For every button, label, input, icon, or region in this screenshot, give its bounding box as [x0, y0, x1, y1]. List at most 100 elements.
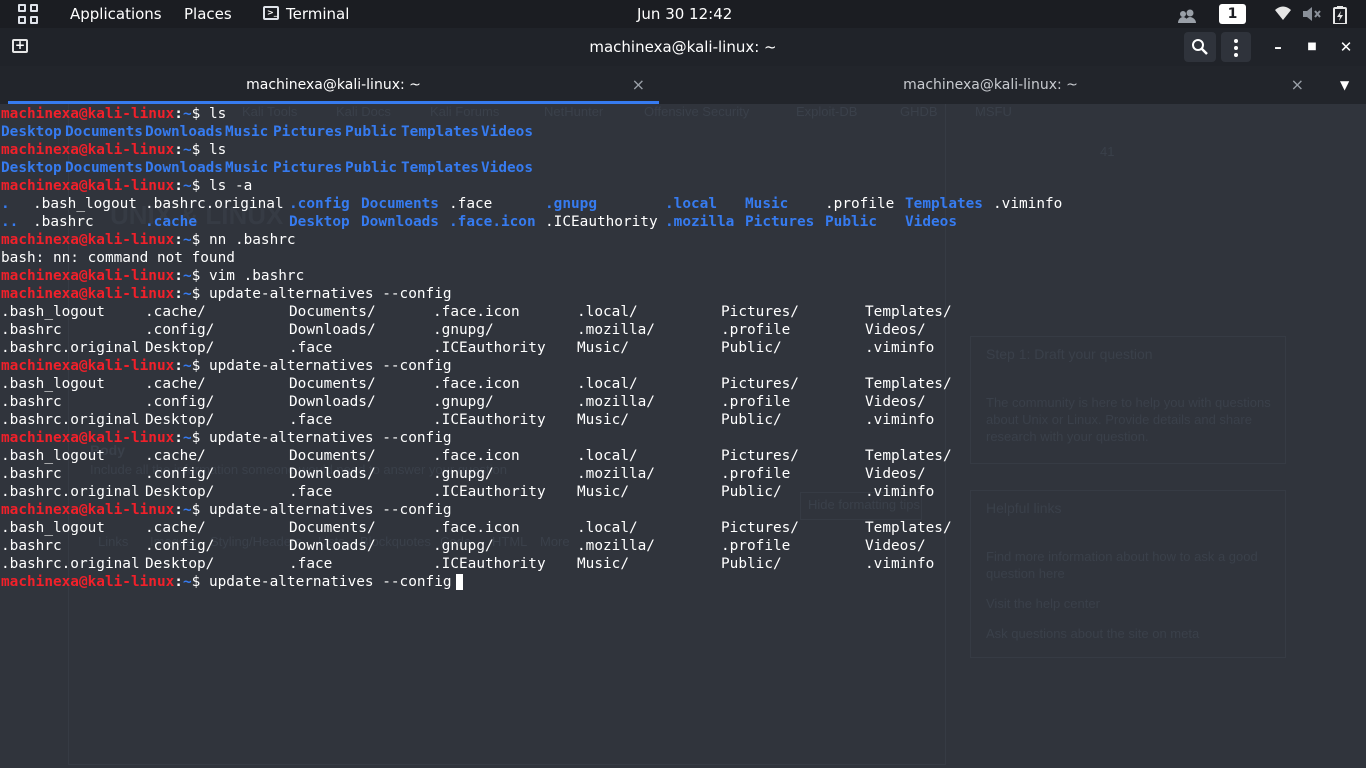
prompt-separator: :	[174, 574, 183, 590]
prompt-path: ~	[182, 430, 192, 446]
file-entry: .bashrc	[1, 394, 62, 410]
directory-entry: Videos	[481, 124, 533, 140]
file-entry: Documents/	[289, 520, 376, 536]
command-text: nn .bashrc	[208, 232, 296, 248]
tab-close-icon[interactable]: ×	[632, 66, 645, 104]
file-entry: .local/	[577, 448, 638, 464]
file-entry: Desktop/	[145, 556, 215, 572]
directory-entry: Music	[745, 196, 789, 212]
file-entry: .ICEauthority	[433, 484, 546, 500]
directory-entry: .mozilla	[665, 214, 735, 230]
file-entry: Documents/	[289, 448, 376, 464]
directory-entry: Documents	[361, 196, 439, 212]
search-icon	[1192, 39, 1208, 55]
prompt-line: machinexa@kali-linux:~$ nn .bashrc	[1, 231, 1057, 249]
file-entry: .bashrc	[1, 322, 62, 338]
prompt-symbol: $	[191, 574, 209, 590]
file-entry: .local/	[577, 520, 638, 536]
prompt-line: machinexa@kali-linux:~$ update-alternati…	[1, 285, 1057, 303]
prompt-separator: :	[174, 268, 183, 284]
file-entry: .ICEauthority	[433, 412, 546, 428]
file-entry: .config/	[145, 538, 215, 554]
directory-entry: Public	[825, 214, 877, 230]
applications-menu[interactable]: Applications	[70, 0, 162, 28]
prompt-user: machinexa@kali-linux	[1, 574, 175, 590]
file-entry: Templates/	[865, 520, 952, 536]
minimize-button[interactable]: –	[1263, 32, 1293, 62]
prompt-user: machinexa@kali-linux	[1, 502, 175, 518]
active-app-menu[interactable]: Terminal	[286, 0, 349, 28]
tab-terminal-1[interactable]: machinexa@kali-linux: ~ ×	[8, 66, 659, 104]
prompt-path: ~	[182, 574, 192, 590]
app-grid-icon[interactable]	[18, 0, 38, 28]
terminal-icon: >_	[263, 6, 279, 20]
hamburger-menu-button[interactable]	[1221, 32, 1251, 62]
directory-entry: Public	[345, 160, 397, 176]
directory-entry: Templates	[401, 160, 479, 176]
directory-entry: Desktop	[289, 214, 350, 230]
file-entry: Videos/	[865, 538, 926, 554]
ghost-rep: 41	[1100, 144, 1115, 159]
tab-terminal-2[interactable]: machinexa@kali-linux: ~ ×	[663, 66, 1318, 104]
tab-bar: machinexa@kali-linux: ~ × machinexa@kali…	[0, 66, 1366, 104]
directory-entry: Downloads	[361, 214, 439, 230]
file-entry: Videos/	[865, 322, 926, 338]
command-text: ls	[208, 142, 227, 158]
directory-entry: .local	[665, 196, 717, 212]
directory-entry: Pictures	[273, 124, 343, 140]
output-line: .bashrc.original Desktop/ .face .ICEauthori…	[1, 411, 1057, 429]
file-entry: .bash_logout	[1, 304, 105, 320]
file-entry: .bashrc.original	[1, 340, 140, 356]
file-entry: .gnupg/	[433, 322, 494, 338]
file-entry: Templates/	[865, 304, 952, 320]
file-entry: Public/	[721, 484, 782, 500]
maximize-button[interactable]: ■	[1297, 32, 1327, 62]
file-entry: .cache/	[145, 304, 206, 320]
directory-entry: ..	[1, 214, 19, 230]
output-line: .bashrc.original Desktop/ .face .ICEauthori…	[1, 483, 1057, 501]
clock[interactable]: Jun 30 12:42	[637, 0, 732, 28]
places-menu[interactable]: Places	[184, 0, 232, 28]
file-entry: .profile	[721, 394, 791, 410]
directory-entry: Downloads	[145, 160, 223, 176]
prompt-line: machinexa@kali-linux:~$ ls -a	[1, 177, 1057, 195]
tab-close-icon[interactable]: ×	[1291, 66, 1304, 104]
output-line: .bash_logout .cache/Documents/ .face.icon.…	[1, 303, 1057, 321]
output-line: .bashrc .config/Downloads/ .gnupg/ .mozilla…	[1, 465, 1057, 483]
command-text: update-alternatives --config	[208, 430, 452, 446]
directory-entry: Music	[225, 124, 269, 140]
prompt-line: machinexa@kali-linux:~$ update-alternati…	[1, 501, 1057, 519]
file-entry: Templates/	[865, 376, 952, 392]
file-entry: .bashrc	[33, 214, 94, 230]
prompt-path: ~	[182, 178, 192, 194]
window-title: machinexa@kali-linux: ~	[589, 38, 777, 56]
directory-entry: Downloads	[145, 124, 223, 140]
directory-entry: Public	[345, 124, 397, 140]
command-text: update-alternatives --config	[208, 502, 452, 518]
wifi-icon[interactable]	[1274, 0, 1292, 28]
output-line: . .bash_logout .bashrc.original .config Docu…	[1, 195, 1062, 213]
prompt-user: machinexa@kali-linux	[1, 430, 175, 446]
file-entry: Downloads/	[289, 466, 376, 482]
prompt-user: machinexa@kali-linux	[1, 268, 175, 284]
file-entry: Desktop/	[145, 340, 215, 356]
output-text: bash: nn: command not found	[1, 250, 235, 266]
speaker-muted-icon[interactable]	[1301, 0, 1323, 28]
tabs-menu-icon[interactable]: ▼	[1340, 66, 1349, 104]
directory-entry: Pictures	[745, 214, 815, 230]
file-entry: Videos/	[865, 466, 926, 482]
prompt-line: machinexa@kali-linux:~$ ls	[1, 105, 1057, 123]
directory-entry: .cache	[145, 214, 197, 230]
search-button[interactable]	[1184, 32, 1216, 62]
file-entry: .bashrc.original	[145, 196, 284, 212]
output-line: .bashrc.original Desktop/ .face .ICEauthori…	[1, 339, 1057, 357]
close-button[interactable]: ✕	[1331, 32, 1361, 62]
file-entry: Music/	[577, 484, 629, 500]
file-entry: .gnupg/	[433, 394, 494, 410]
file-entry: .viminfo	[865, 340, 935, 356]
workspace-indicator[interactable]: 1	[1219, 4, 1246, 24]
prompt-separator: :	[174, 178, 183, 194]
terminal-area[interactable]: Kali Tools Kali Docs Kali Forums NetHunt…	[0, 104, 1366, 768]
prompt-user: machinexa@kali-linux	[1, 106, 175, 122]
file-entry: .bash_logout	[1, 376, 105, 392]
